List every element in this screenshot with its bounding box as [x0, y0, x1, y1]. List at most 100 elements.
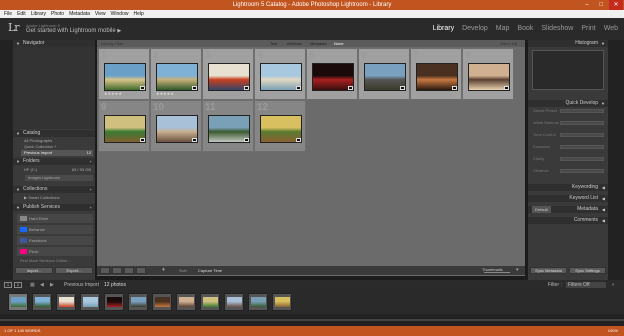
filmstrip-thumbnail[interactable]: [8, 293, 28, 311]
publish-facebook[interactable]: Facebook: [17, 236, 93, 245]
painter-icon[interactable]: ♦: [162, 267, 165, 273]
add-icon[interactable]: +: [90, 204, 92, 211]
comments-header[interactable]: Comments ◀: [528, 217, 608, 224]
filter-tab-text[interactable]: Text: [270, 40, 277, 47]
star-rating[interactable]: ★★★★★: [104, 91, 122, 96]
quick-develop-control[interactable]: [560, 169, 604, 173]
filters-off-dropdown[interactable]: Filters Off: [500, 40, 517, 47]
publish-hard-drive[interactable]: Hard Drive: [17, 214, 93, 223]
navigator-preview[interactable]: [13, 47, 95, 129]
filter-switch-icon[interactable]: ◐: [612, 280, 615, 290]
grid-cell[interactable]: 6: [358, 48, 410, 100]
publish-header[interactable]: ▼ Publish Services +: [13, 204, 95, 211]
quick-develop-control[interactable]: [560, 157, 604, 161]
sync-settings-button[interactable]: Sync Settings: [569, 267, 606, 274]
module-print[interactable]: Print: [581, 25, 595, 32]
module-library[interactable]: Library: [433, 25, 454, 32]
metadata-header[interactable]: Default Metadata ◀: [528, 206, 608, 213]
filmstrip-thumbnail[interactable]: [32, 293, 52, 311]
grid-cell[interactable]: 12: [254, 100, 306, 152]
filmstrip-thumbnail[interactable]: [128, 293, 148, 311]
folder-volume[interactable]: HF (C:) 83 / 93 GB: [21, 167, 93, 173]
quick-develop-control[interactable]: [560, 121, 604, 125]
navigator-header[interactable]: ▼ Navigator: [13, 40, 95, 47]
quick-develop-control[interactable]: [560, 145, 604, 149]
grid-view-button[interactable]: [100, 267, 110, 274]
filmstrip-thumbnail[interactable]: [200, 293, 220, 311]
filter-tab-attribute[interactable]: Attribute: [287, 40, 302, 47]
filmstrip-thumbnail[interactable]: [80, 293, 100, 311]
forward-arrow-icon[interactable]: ▶: [50, 280, 54, 290]
compare-view-button[interactable]: [124, 267, 134, 274]
filmstrip-thumbnail[interactable]: [248, 293, 268, 311]
keyword-list-header[interactable]: Keyword List ◀: [528, 195, 608, 202]
back-arrow-icon[interactable]: ◀: [40, 280, 44, 290]
filmstrip-scrollbar[interactable]: [0, 319, 624, 321]
toolbar-menu-icon[interactable]: ▾: [516, 267, 519, 273]
grid-cell[interactable]: 10: [150, 100, 202, 152]
collection-smart[interactable]: ▶ Smart Collections: [21, 195, 93, 201]
menu-library[interactable]: Library: [31, 11, 46, 17]
filter-tab-metadata[interactable]: Metadata: [310, 40, 327, 47]
module-develop[interactable]: Develop: [462, 25, 488, 32]
filmstrip-thumbnail[interactable]: [224, 293, 244, 311]
star-rating[interactable]: ★★★★★: [156, 91, 174, 96]
module-map[interactable]: Map: [496, 25, 510, 32]
survey-view-button[interactable]: [136, 267, 146, 274]
module-slideshow[interactable]: Slideshow: [541, 25, 573, 32]
minimize-button[interactable]: –: [580, 0, 594, 10]
export-button[interactable]: Export...: [55, 267, 93, 274]
quick-develop-control[interactable]: [560, 109, 604, 113]
filmstrip-filter-dropdown[interactable]: Filters Off: [566, 282, 606, 288]
histogram-header[interactable]: Histogram ▼: [528, 40, 608, 47]
add-icon[interactable]: +: [90, 158, 92, 165]
grid-cell[interactable]: 4: [254, 48, 306, 100]
thumbnail-size-slider[interactable]: [484, 272, 510, 273]
metadata-preset-dropdown[interactable]: Default: [532, 206, 551, 213]
menu-view[interactable]: View: [95, 11, 106, 17]
loupe-view-button[interactable]: [112, 267, 122, 274]
grid-cell[interactable]: 7: [410, 48, 462, 100]
menu-window[interactable]: Window: [111, 11, 129, 17]
view-button-1[interactable]: 1: [4, 282, 12, 288]
filmstrip-thumbnail[interactable]: [56, 293, 76, 311]
filter-tab-none[interactable]: None: [334, 40, 344, 47]
folder-item-images[interactable]: Images Lightroom: [25, 175, 93, 181]
filmstrip-source[interactable]: Previous Import: [64, 280, 99, 290]
add-icon[interactable]: +: [90, 186, 92, 193]
menu-metadata[interactable]: Metadata: [69, 11, 90, 17]
grid-cell[interactable]: 3: [202, 48, 254, 100]
filmstrip-thumbnail[interactable]: [152, 293, 172, 311]
module-book[interactable]: Book: [517, 25, 533, 32]
grid-icon[interactable]: ▦: [30, 280, 35, 290]
folders-header[interactable]: ▼ Folders +: [13, 158, 95, 165]
grid-cell[interactable]: 1 ★★★★★: [98, 48, 150, 100]
mobile-promo-link[interactable]: Get started with Lightroom mobile ▶: [26, 28, 121, 34]
publish-flickr[interactable]: Flickr: [17, 247, 93, 256]
quick-develop-control[interactable]: [560, 133, 604, 137]
filmstrip-thumbnail[interactable]: [176, 293, 196, 311]
grid-cell[interactable]: 8: [462, 48, 514, 100]
menu-file[interactable]: File: [4, 11, 12, 17]
catalog-header[interactable]: ▼ Catalog: [13, 130, 95, 137]
filmstrip-thumbnail[interactable]: [104, 293, 124, 311]
sort-value[interactable]: Capture Time: [198, 268, 222, 273]
find-more-services[interactable]: Find More Services Online...: [17, 258, 93, 264]
import-button[interactable]: Import...: [15, 267, 53, 274]
close-button[interactable]: ✕: [609, 0, 623, 10]
menu-photo[interactable]: Photo: [51, 11, 64, 17]
grid-cell[interactable]: 11: [202, 100, 254, 152]
sync-metadata-button[interactable]: Sync Metadata: [530, 267, 567, 274]
collections-header[interactable]: ▼ Collections +: [13, 186, 95, 193]
menu-help[interactable]: Help: [133, 11, 143, 17]
quick-develop-header[interactable]: Quick Develop ▼: [528, 100, 608, 107]
catalog-item-previous[interactable]: Previous Import 12: [21, 150, 93, 156]
grid-cell[interactable]: 2 ★★★★★: [150, 48, 202, 100]
grid-cell[interactable]: 9: [98, 100, 150, 152]
keywording-header[interactable]: Keywording ◀: [528, 184, 608, 191]
publish-behance[interactable]: Behance: [17, 225, 93, 234]
grid-cell[interactable]: 5: [306, 48, 358, 100]
menu-edit[interactable]: Edit: [17, 11, 26, 17]
module-web[interactable]: Web: [604, 25, 618, 32]
filmstrip-thumbnail[interactable]: [272, 293, 292, 311]
